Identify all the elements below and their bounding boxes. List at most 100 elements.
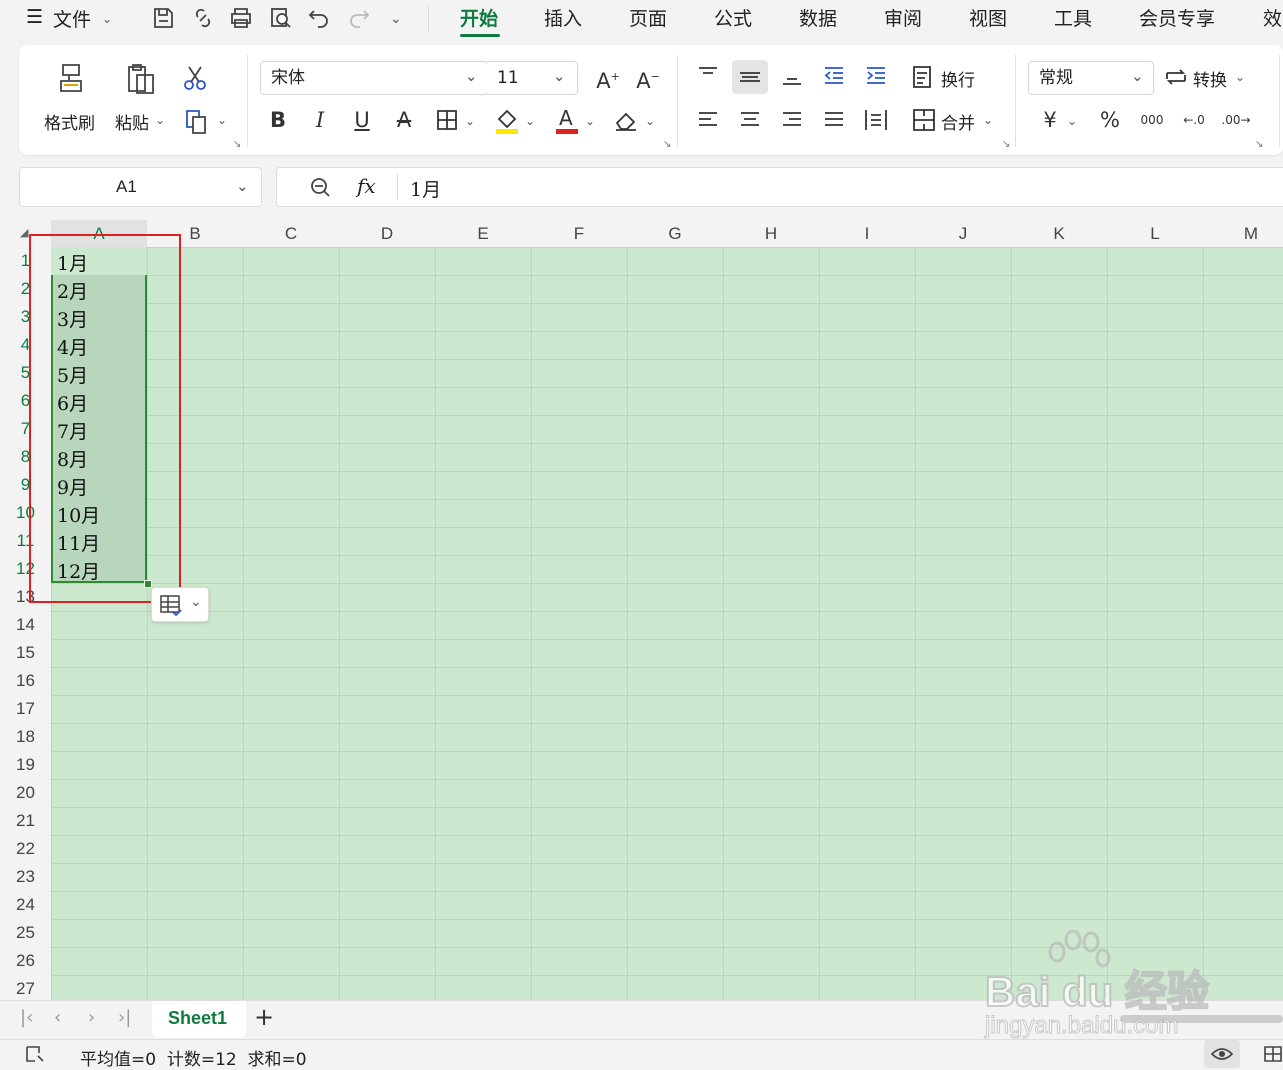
quick-analysis-button[interactable]: ⌄ [151, 587, 209, 622]
row-header[interactable]: 19 [0, 751, 51, 779]
row-header[interactable]: 18 [0, 723, 51, 751]
formula-input[interactable]: 1月 [410, 175, 441, 202]
thousands-separator-icon[interactable]: 000 [1137, 106, 1167, 134]
convert-chevron-icon[interactable]: ⌄ [1235, 70, 1245, 84]
column-header-l[interactable]: L [1107, 220, 1203, 247]
number-format-chevron-icon[interactable]: ⌄ [1131, 67, 1144, 85]
cell-area[interactable] [51, 247, 1283, 1000]
border-chevron-icon[interactable]: ⌄ [465, 114, 475, 128]
tab-insert[interactable]: 插入 [544, 4, 582, 31]
row-header[interactable]: 17 [0, 695, 51, 723]
merge-cells-icon[interactable] [911, 107, 937, 133]
font-expand-icon[interactable]: ↘ [663, 139, 671, 150]
percent-icon[interactable]: % [1095, 106, 1125, 134]
fill-color-icon[interactable] [493, 105, 521, 135]
alignment-expand-icon[interactable]: ↘ [1002, 139, 1010, 150]
tab-review[interactable]: 审阅 [884, 4, 922, 31]
font-size-combo[interactable]: 11 ⌄ [487, 61, 578, 95]
name-box[interactable]: A1 ⌄ [19, 167, 262, 207]
cut-icon[interactable] [181, 63, 209, 93]
font-name-chevron-icon[interactable]: ⌄ [465, 67, 478, 85]
redo-icon[interactable] [346, 5, 372, 31]
decrease-decimal-icon[interactable]: .00→ [1221, 106, 1251, 134]
strikethrough-icon[interactable]: A [389, 106, 419, 134]
align-top-icon[interactable] [695, 63, 721, 89]
print-preview-icon[interactable] [268, 5, 294, 31]
reading-mode-button[interactable] [1204, 1040, 1240, 1068]
row-header[interactable]: 26 [0, 947, 51, 975]
file-menu-chevron-icon[interactable]: ⌄ [102, 12, 112, 26]
row-header[interactable]: 27 [0, 975, 51, 1000]
convert-button[interactable]: 转换 [1193, 66, 1227, 91]
tab-efficiency[interactable]: 效 [1263, 4, 1282, 31]
quick-access-more-icon[interactable]: ⌄ [390, 11, 402, 27]
row-header[interactable]: 21 [0, 807, 51, 835]
clipboard-expand-icon[interactable]: ↘ [233, 139, 241, 150]
decrease-font-icon[interactable]: A− [633, 63, 663, 93]
column-header-k[interactable]: K [1011, 220, 1107, 247]
tab-member[interactable]: 会员专享 [1139, 4, 1215, 31]
clear-format-icon[interactable] [613, 107, 641, 133]
italic-icon[interactable]: I [305, 106, 335, 134]
column-header-h[interactable]: H [723, 220, 819, 247]
bold-icon[interactable]: B [263, 106, 293, 134]
font-size-chevron-icon[interactable]: ⌄ [553, 67, 566, 85]
number-format-combo[interactable]: 常规 ⌄ [1028, 61, 1154, 95]
file-menu[interactable]: 文件 [53, 5, 91, 32]
column-header-j[interactable]: J [915, 220, 1011, 247]
sheet-tab-sheet1[interactable]: Sheet1 [152, 1001, 246, 1038]
tab-tools[interactable]: 工具 [1054, 4, 1092, 31]
insert-function-icon[interactable]: fx [357, 174, 376, 198]
justify-icon[interactable] [821, 107, 847, 133]
convert-icon[interactable] [1163, 65, 1189, 91]
tab-view[interactable]: 视图 [969, 4, 1007, 31]
merge-chevron-icon[interactable]: ⌄ [983, 113, 993, 127]
number-expand-icon[interactable]: ↘ [1255, 139, 1263, 150]
row-header[interactable]: 14 [0, 611, 51, 639]
increase-font-icon[interactable]: A+ [593, 63, 623, 93]
column-header-f[interactable]: F [531, 220, 627, 247]
column-header-m[interactable]: M [1203, 220, 1283, 247]
align-left-icon[interactable] [695, 107, 721, 133]
name-box-chevron-icon[interactable]: ⌄ [236, 177, 249, 195]
next-sheet-icon[interactable]: › [88, 1007, 95, 1028]
row-header[interactable]: 20 [0, 779, 51, 807]
undo-icon[interactable] [306, 5, 332, 31]
prev-sheet-icon[interactable]: ‹ [54, 1007, 61, 1028]
wrap-text-button[interactable]: 换行 [941, 66, 975, 91]
align-center-icon[interactable] [737, 107, 763, 133]
column-header-c[interactable]: C [243, 220, 339, 247]
font-color-chevron-icon[interactable]: ⌄ [585, 114, 595, 128]
row-header[interactable]: 16 [0, 667, 51, 695]
merge-button[interactable]: 合并 [941, 109, 975, 134]
align-right-icon[interactable] [779, 107, 805, 133]
print-icon[interactable] [228, 5, 254, 31]
copy-icon[interactable] [183, 107, 211, 135]
tab-formula[interactable]: 公式 [714, 4, 752, 31]
share-link-icon[interactable] [190, 5, 216, 31]
paste-chevron-icon[interactable]: ⌄ [155, 113, 165, 127]
tab-data[interactable]: 数据 [799, 4, 837, 31]
first-sheet-icon[interactable]: |‹ [20, 1007, 33, 1028]
distributed-align-icon[interactable] [863, 107, 889, 133]
add-sheet-icon[interactable]: + [254, 1003, 274, 1031]
view-layout-icon[interactable] [1262, 1044, 1283, 1064]
paste-button[interactable]: 粘贴 [115, 109, 149, 134]
format-painter-label[interactable]: 格式刷 [44, 109, 95, 134]
increase-decimal-icon[interactable]: ←.0 [1179, 106, 1209, 134]
column-header-i[interactable]: I [819, 220, 915, 247]
fill-color-chevron-icon[interactable]: ⌄ [525, 114, 535, 128]
last-sheet-icon[interactable]: ›| [118, 1007, 131, 1028]
tab-home[interactable]: 开始 [460, 4, 498, 31]
select-all-icon[interactable]: ◢ [20, 226, 28, 239]
font-color-icon[interactable]: A [553, 105, 581, 135]
zoom-formula-icon[interactable] [309, 176, 333, 200]
column-header-g[interactable]: G [627, 220, 723, 247]
align-bottom-icon[interactable] [779, 63, 805, 89]
row-header[interactable]: 25 [0, 919, 51, 947]
macro-record-icon[interactable] [24, 1044, 46, 1064]
row-header[interactable]: 24 [0, 891, 51, 919]
decrease-indent-icon[interactable] [821, 63, 847, 89]
increase-indent-icon[interactable] [863, 63, 889, 89]
format-painter-icon[interactable] [55, 61, 87, 95]
